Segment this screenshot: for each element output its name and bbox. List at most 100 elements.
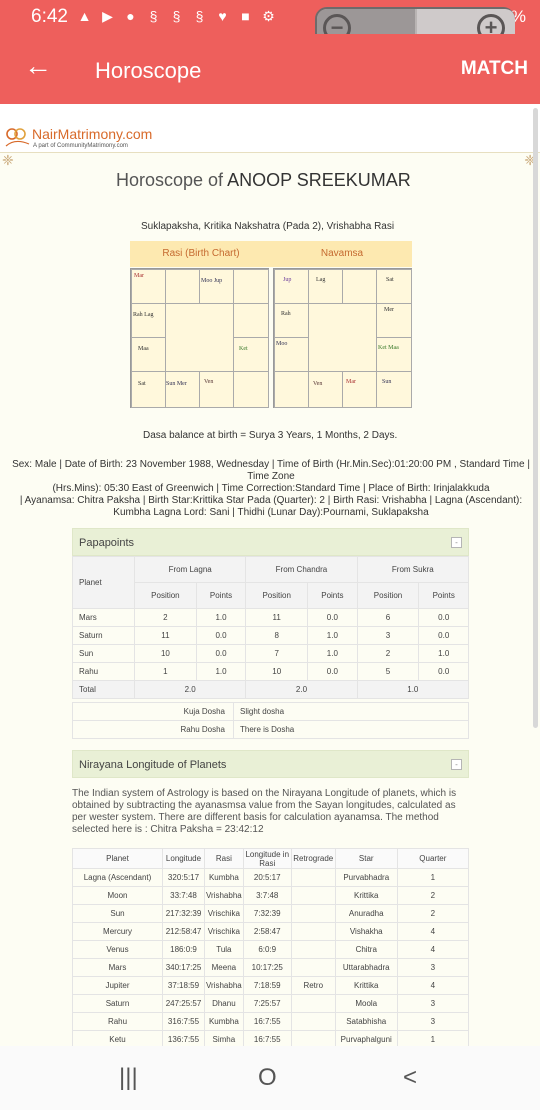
- table-cell: 7: [245, 644, 309, 663]
- table-cell: [290, 922, 336, 941]
- col-points: Points: [418, 582, 469, 609]
- table-row: Venus 186:0:9 Tula 6:0:9 Chitra 4: [72, 940, 470, 959]
- rasi-cell-text: Sun Mer: [166, 381, 187, 387]
- navamsa-cell-text: Moo: [276, 341, 288, 347]
- home-icon[interactable]: O: [258, 1064, 277, 1092]
- collapse-toggle-icon[interactable]: -: [451, 537, 462, 548]
- nirayana-table: Planet Longitude Rasi Longitude in Rasi …: [72, 848, 470, 1046]
- table-cell: 320:5:17: [162, 868, 205, 887]
- table-cell: 0.0: [307, 662, 358, 681]
- table-cell: Sun: [72, 644, 135, 663]
- rasi-cell-text: Moo Jup: [201, 278, 223, 284]
- col-planet: Planet: [72, 848, 163, 869]
- birth-line: | Ayanamsa: Chitra Paksha | Birth Star:K…: [19, 495, 523, 506]
- table-cell: 3:7:48: [242, 886, 292, 905]
- table-cell: Mars: [72, 958, 163, 977]
- table-row: Rahu 316:7:55 Kumbha 16:7:55 Satabhisha 3: [72, 1012, 470, 1031]
- navamsa-cell-text: Sat: [386, 277, 394, 283]
- rasi-cell-text: Sat: [138, 381, 146, 387]
- table-cell: Anuradha: [334, 904, 398, 923]
- corner-ornament-icon: ❈: [2, 152, 14, 168]
- table-cell: 2: [396, 904, 470, 923]
- col-points: Points: [195, 582, 247, 609]
- heading-prefix: Horoscope of: [116, 170, 224, 190]
- table-cell: [290, 1030, 336, 1046]
- table-cell: 0.0: [195, 626, 247, 645]
- table-cell: 1: [396, 1030, 470, 1046]
- col-position: Position: [356, 582, 420, 609]
- table-cell: Uttarabhadra: [334, 958, 398, 977]
- table-cell: 2: [396, 886, 470, 905]
- navamsa-cell-text: Ket Maa: [378, 345, 399, 351]
- table-cell: [290, 868, 336, 887]
- navamsa-cell-text: Rah: [281, 311, 291, 317]
- table-cell: 1.0: [418, 644, 469, 663]
- table-cell: 10: [134, 644, 197, 663]
- table-cell: [290, 940, 336, 959]
- table-cell: Rahu: [72, 1012, 163, 1031]
- birth-details: Sex: Male | Date of Birth: 23 November 1…: [4, 459, 538, 519]
- back-icon[interactable]: <: [403, 1064, 417, 1092]
- table-cell: 212:58:47: [162, 922, 205, 941]
- table-cell: Dhanu: [204, 994, 244, 1013]
- table-cell: 11: [245, 608, 309, 627]
- table-cell: 37:18:59: [162, 976, 205, 995]
- rasi-center: [165, 303, 234, 372]
- total-chandra: 2.0: [245, 680, 358, 699]
- table-cell: 1.0: [307, 626, 358, 645]
- table-cell: 10:17:25: [242, 958, 292, 977]
- total-label: Total: [72, 680, 135, 699]
- table-cell: 10: [245, 662, 309, 681]
- collapse-toggle-icon[interactable]: -: [451, 759, 462, 770]
- table-cell: Jupiter: [72, 976, 163, 995]
- scrollbar[interactable]: [533, 108, 538, 728]
- table-cell: Saturn: [72, 994, 163, 1013]
- brand-name: NairMatrimony.com: [32, 126, 153, 142]
- total-lagna: 2.0: [133, 680, 247, 699]
- col-planet: Planet: [72, 556, 135, 609]
- back-arrow-icon[interactable]: ←: [24, 52, 52, 80]
- rasi-cell-text: Rah Lag: [133, 312, 154, 318]
- papapoints-header[interactable]: Papapoints -: [72, 528, 469, 556]
- table-row: Moon 33:7:48 Vrishabha 3:7:48 Krittika 2: [72, 886, 470, 905]
- table-cell: Sun: [72, 904, 163, 923]
- table-cell: 2: [356, 644, 420, 663]
- app-icon: ■: [241, 8, 250, 24]
- table-cell: 2:58:47: [242, 922, 292, 941]
- table-row: Jupiter 37:18:59 Vrishabha 7:18:59 Retro Krit…: [72, 976, 470, 995]
- table-row: Saturn 11 0.0 8 1.0 3 0.0: [72, 626, 469, 645]
- col-star: Star: [334, 848, 398, 869]
- rasi-chart-title: Rasi (Birth Chart): [130, 241, 272, 267]
- birth-line: Sex: Male | Date of Birth: 23 November 1…: [12, 459, 530, 482]
- table-row: Mercury 212:58:47 Vrischika 2:58:47 Vishakha…: [72, 922, 470, 941]
- app-icon: §: [149, 8, 158, 24]
- table-cell: Moon: [72, 886, 163, 905]
- nirayana-header[interactable]: Nirayana Longitude of Planets -: [72, 750, 469, 778]
- col-from-lagna: From Lagna: [133, 556, 247, 583]
- table-cell: [290, 1012, 336, 1031]
- recents-icon[interactable]: |||: [119, 1064, 138, 1092]
- rasi-cell-text: Mar: [134, 273, 144, 279]
- app-icon: §: [195, 8, 204, 24]
- table-cell: Mercury: [72, 922, 163, 941]
- col-longitude-in-rasi: Longitude in Rasi: [242, 848, 292, 869]
- table-row: Rahu Dosha There is Dosha: [72, 720, 469, 739]
- table-row: Saturn 247:25:57 Dhanu 7:25:57 Moola 3: [72, 994, 470, 1013]
- table-cell: [290, 886, 336, 905]
- table-cell: 1.0: [195, 662, 247, 681]
- table-row: Lagna (Ascendant) 320:5:17 Kumbha 20:5:17 Pu…: [72, 868, 470, 887]
- notification-icons: ▲ ▶ ● § § § ♥ ■ ⚙: [76, 8, 277, 25]
- table-cell: Vishakha: [334, 922, 398, 941]
- table-cell: Retro: [290, 976, 336, 995]
- match-button[interactable]: MATCH: [461, 58, 528, 80]
- nirayana-title: Nirayana Longitude of Planets: [79, 759, 227, 771]
- col-position: Position: [134, 582, 197, 609]
- col-from-chandra: From Chandra: [245, 556, 358, 583]
- table-cell: 4: [396, 976, 470, 995]
- navamsa-cell-text: Sun: [382, 379, 392, 385]
- table-cell: Satabhisha: [334, 1012, 398, 1031]
- webview-content[interactable]: NairMatrimony.com A part of CommunityMat…: [0, 104, 540, 1046]
- table-cell: Meena: [204, 958, 244, 977]
- table-row: Kuja Dosha Slight dosha: [72, 702, 469, 721]
- table-cell: 1: [134, 662, 197, 681]
